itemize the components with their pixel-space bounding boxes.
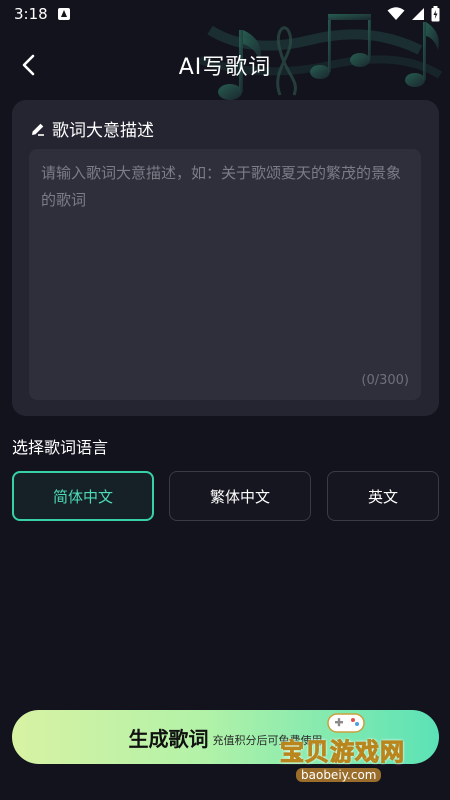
generate-lyrics-button[interactable]: 生成歌词 充值积分后可免费使用 [12, 710, 439, 764]
language-options: 简体中文 繁体中文 英文 [12, 471, 439, 523]
screen: 3:18 AI写歌词 歌词大意描述 请输入歌词大意描述，如：关于歌颂夏天的繁茂的… [0, 0, 450, 800]
watermark-url: baobeiy.com [296, 768, 382, 782]
card-title: 歌词大意描述 [52, 121, 154, 141]
lyrics-description-card: 歌词大意描述 (0/300) [12, 100, 439, 416]
status-bar: 3:18 [0, 0, 450, 28]
notification-icon [57, 8, 70, 20]
language-option-english[interactable]: 英文 [327, 471, 439, 521]
signal-icon [412, 8, 424, 20]
generate-button-label: 生成歌词 [128, 726, 209, 751]
status-time: 3:18 [14, 5, 48, 23]
battery-icon [431, 6, 440, 22]
pencil-icon [32, 123, 44, 136]
page-title: AI写歌词 [178, 55, 272, 80]
language-option-simplified-chinese[interactable]: 简体中文 [12, 471, 154, 521]
description-input-box[interactable]: (0/300) [29, 149, 421, 400]
language-label: 选择歌词语言 [12, 438, 109, 457]
chevron-left-icon [22, 54, 35, 76]
language-option-traditional-chinese[interactable]: 繁体中文 [169, 471, 311, 521]
char-counter: (0/300) [361, 373, 409, 388]
description-input[interactable] [29, 149, 421, 359]
card-header: 歌词大意描述 [30, 116, 154, 141]
back-button[interactable] [12, 48, 46, 82]
status-icons [387, 6, 440, 22]
generate-button-sublabel: 充值积分后可免费使用 [212, 734, 323, 747]
wifi-icon [387, 7, 405, 20]
header: AI写歌词 [0, 40, 450, 90]
